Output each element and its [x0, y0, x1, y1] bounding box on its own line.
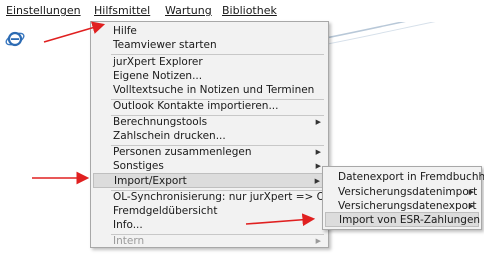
submenu-item-datenexport[interactable]: Datenexport in Fremdbuchhal... — [325, 170, 484, 185]
submenu-arrow-icon: ▶ — [315, 118, 321, 126]
menu-item-volltextsuche[interactable]: Volltextsuche in Notizen und Terminen — [93, 83, 326, 98]
menu-wartung[interactable]: Wartung — [165, 4, 212, 17]
menu-item-personen-zusammenlegen[interactable]: Personen zusammenlegen ▶ — [93, 145, 326, 160]
menu-item-hilfe[interactable]: Hilfe — [93, 24, 326, 39]
menu-item-teamviewer[interactable]: Teamviewer starten — [93, 38, 326, 53]
menu-einstellungen[interactable]: Einstellungen — [6, 4, 81, 17]
submenu-arrow-icon: ▶ — [315, 162, 321, 170]
menu-item-info[interactable]: Info... — [93, 218, 326, 233]
internet-explorer-icon[interactable] — [4, 28, 26, 50]
menu-item-outlook-kontakte[interactable]: Outlook Kontakte importieren... — [93, 99, 326, 114]
menu-item-fremdgeld[interactable]: Fremdgeldübersicht — [93, 204, 326, 219]
menu-item-import-export[interactable]: Import/Export ▶ — [93, 173, 326, 188]
submenu-item-import-esr[interactable]: Import von ESR-Zahlungen — [325, 212, 480, 227]
submenu-arrow-icon: ▶ — [468, 188, 474, 196]
submenu-arrow-icon: ▶ — [314, 177, 320, 185]
menu-item-zahlschein[interactable]: Zahlschein drucken... — [93, 129, 326, 144]
import-export-submenu: Datenexport in Fremdbuchhal... Versicher… — [322, 166, 484, 230]
menu-item-eigene-notizen[interactable]: Eigene Notizen... — [93, 69, 326, 84]
menu-item-intern: Intern ▶ — [113, 235, 321, 247]
menu-bar: Einstellungen Hilfsmittel Wartung Biblio… — [0, 0, 484, 22]
submenu-arrow-icon: ▶ — [315, 237, 321, 245]
submenu-arrow-icon: ▶ — [315, 148, 321, 156]
menu-item-berechnungstools[interactable]: Berechnungstools ▶ — [93, 115, 326, 130]
menu-bibliothek[interactable]: Bibliothek — [222, 4, 277, 17]
submenu-item-versicherungsdatenimport[interactable]: Versicherungsdatenimport ▶ — [325, 185, 479, 200]
menu-item-sonstiges[interactable]: Sonstiges ▶ — [93, 159, 326, 174]
hilfsmittel-menu: Hilfe Teamviewer starten jurXpert Explor… — [90, 21, 355, 248]
menu-item-explorer[interactable]: jurXpert Explorer — [93, 55, 326, 70]
menu-hilfsmittel[interactable]: Hilfsmittel — [94, 4, 150, 17]
menu-item-ol-synchronisierung[interactable]: OL-Synchronisierung: nur jurXpert => Out… — [93, 190, 355, 205]
